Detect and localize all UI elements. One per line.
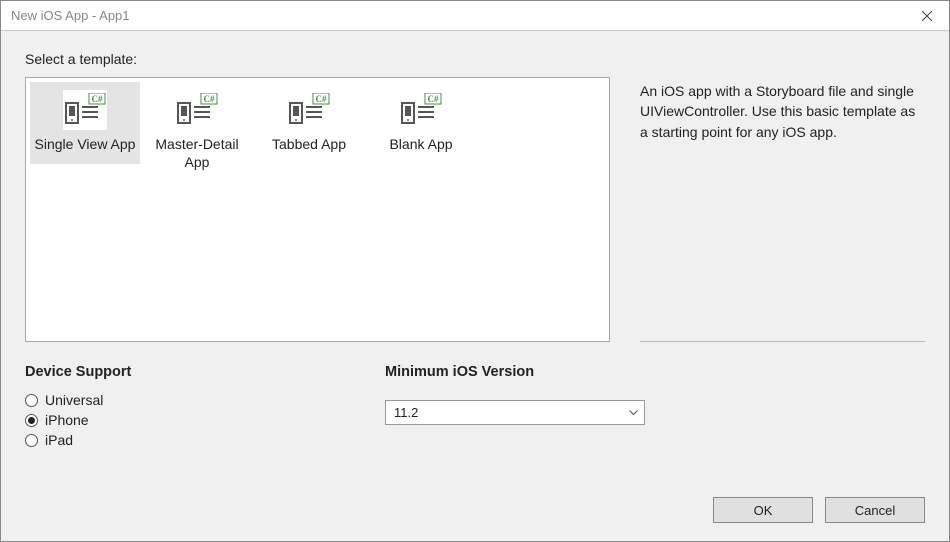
svg-text:C#: C#: [204, 94, 215, 104]
button-row: OK Cancel: [713, 497, 925, 523]
svg-text:C#: C#: [92, 94, 103, 104]
select-template-label: Select a template:: [25, 51, 925, 67]
select-value: 11.2: [394, 405, 418, 420]
template-label: Master-Detail App: [146, 136, 248, 171]
template-description: An iOS app with a Storyboard file and si…: [640, 77, 925, 142]
min-ios-group: Minimum iOS Version 11.2: [385, 364, 645, 452]
device-support-heading: Device Support: [25, 364, 325, 380]
template-single-view[interactable]: C# Single View App: [30, 82, 140, 164]
titlebar: New iOS App - App1: [1, 1, 949, 31]
csharp-template-icon: C#: [175, 90, 219, 130]
template-master-detail[interactable]: C# Master-Detail App: [142, 82, 252, 181]
radio-icon: [25, 414, 38, 427]
ok-button[interactable]: OK: [713, 497, 813, 523]
radio-icon: [25, 434, 38, 447]
close-button[interactable]: [904, 1, 949, 30]
radio-universal[interactable]: Universal: [25, 392, 325, 408]
dialog-window: New iOS App - App1 Select a template:: [0, 0, 950, 542]
svg-text:C#: C#: [316, 94, 327, 104]
min-ios-heading: Minimum iOS Version: [385, 364, 645, 380]
csharp-template-icon: C#: [287, 90, 331, 130]
radio-icon: [25, 394, 38, 407]
template-label: Blank App: [389, 136, 452, 154]
divider: [640, 341, 925, 342]
svg-text:C#: C#: [428, 94, 439, 104]
device-support-group: Device Support Universal iPhone iPad: [25, 364, 325, 452]
radio-ipad[interactable]: iPad: [25, 432, 325, 448]
template-label: Tabbed App: [272, 136, 346, 154]
radio-label: iPhone: [45, 412, 89, 428]
csharp-template-icon: C#: [63, 90, 107, 130]
middle-row: C# Single View App: [25, 77, 925, 342]
close-icon: [922, 11, 932, 21]
template-blank[interactable]: C# Blank App: [366, 82, 476, 164]
min-ios-select[interactable]: 11.2: [385, 400, 645, 425]
template-list[interactable]: C# Single View App: [25, 77, 610, 342]
options-row: Device Support Universal iPhone iPad Min…: [25, 364, 925, 452]
radio-iphone[interactable]: iPhone: [25, 412, 325, 428]
description-panel: An iOS app with a Storyboard file and si…: [640, 77, 925, 342]
template-label: Single View App: [35, 136, 136, 154]
chevron-down-icon: [629, 410, 638, 416]
radio-label: Universal: [45, 392, 103, 408]
csharp-template-icon: C#: [399, 90, 443, 130]
template-tabbed[interactable]: C# Tabbed App: [254, 82, 364, 164]
window-title: New iOS App - App1: [11, 8, 130, 23]
dialog-content: Select a template: C#: [1, 31, 949, 541]
cancel-button[interactable]: Cancel: [825, 497, 925, 523]
radio-label: iPad: [45, 432, 73, 448]
